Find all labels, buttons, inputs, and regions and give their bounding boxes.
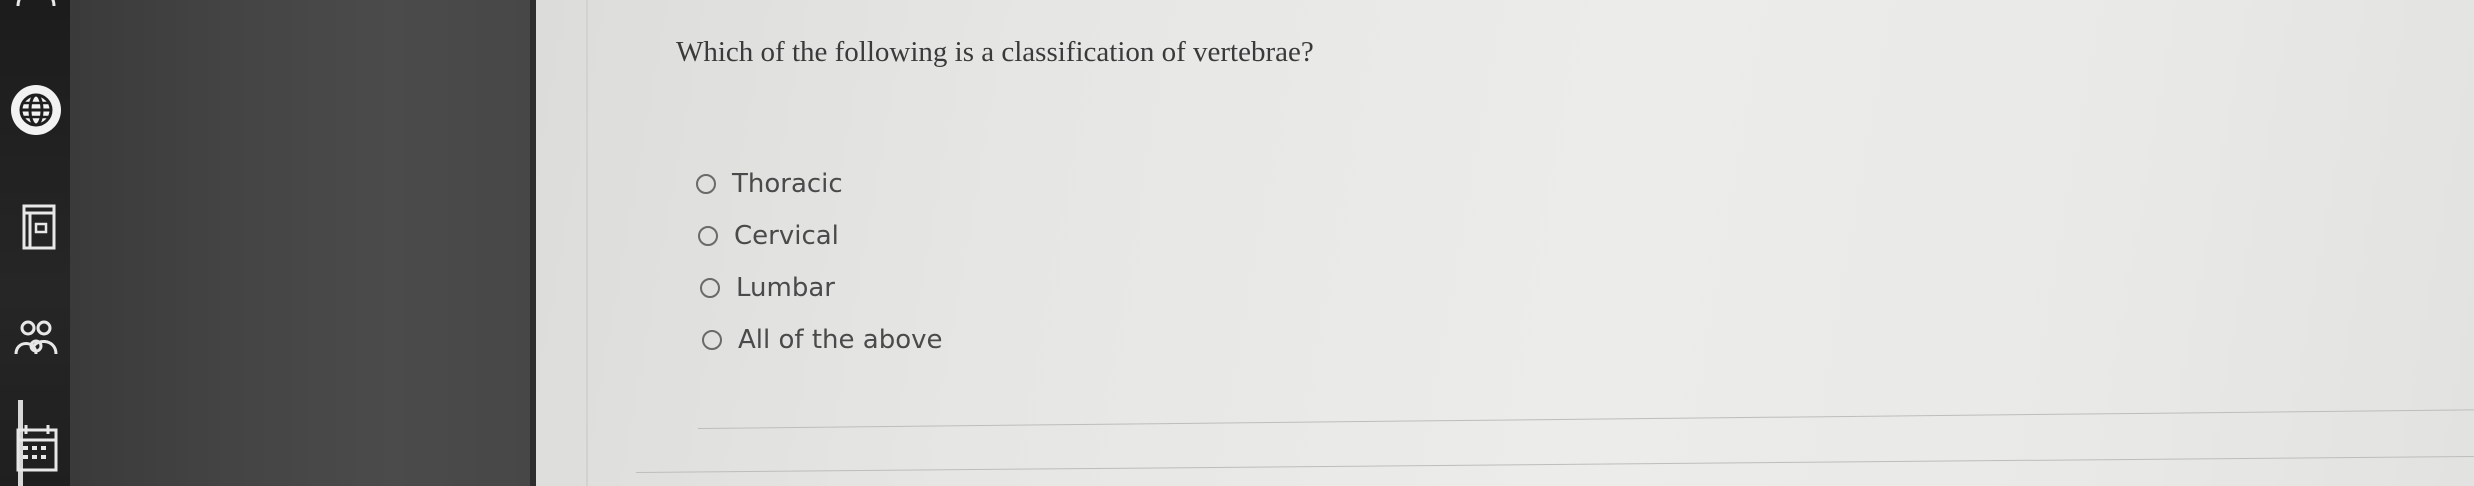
partial-top-icon[interactable]	[8, 0, 64, 16]
radio-button[interactable]	[702, 330, 722, 350]
radio-button[interactable]	[696, 174, 716, 194]
option-thoracic[interactable]: Thoracic	[696, 158, 942, 210]
answer-options: Thoracic Cervical Lumbar All of the abov…	[696, 158, 942, 366]
option-label: Lumbar	[736, 273, 835, 303]
option-label: Cervical	[734, 221, 839, 251]
side-panel	[70, 0, 530, 486]
option-label: Thoracic	[732, 169, 843, 199]
app-rail	[0, 0, 70, 486]
calendar-icon[interactable]	[8, 420, 64, 476]
option-lumbar[interactable]: Lumbar	[700, 262, 942, 314]
people-icon[interactable]	[8, 310, 64, 366]
option-cervical[interactable]: Cervical	[698, 210, 942, 262]
browser-globe-icon[interactable]	[8, 82, 64, 138]
radio-button[interactable]	[698, 226, 718, 246]
question-text: Which of the following is a classificati…	[676, 36, 1314, 68]
option-all-of-the-above[interactable]: All of the above	[702, 314, 942, 366]
notebook-icon[interactable]	[8, 198, 64, 254]
option-label: All of the above	[738, 325, 943, 355]
screen: Which of the following is a classificati…	[0, 0, 2474, 486]
radio-button[interactable]	[700, 278, 720, 298]
content-divider	[586, 0, 588, 486]
